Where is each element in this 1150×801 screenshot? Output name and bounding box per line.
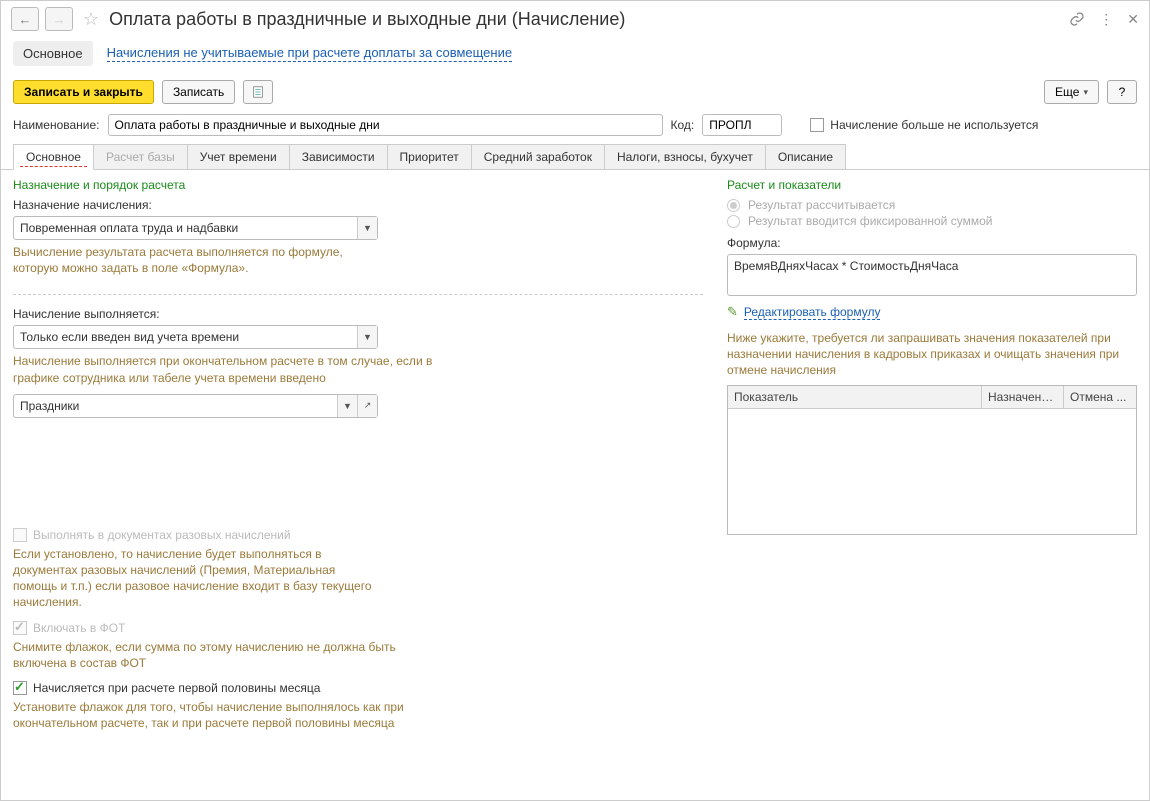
- sub-nav: Основное Начисления не учитываемые при р…: [1, 41, 1149, 76]
- col-cancel[interactable]: Отмена ...: [1064, 386, 1136, 408]
- radio-calculated: [727, 199, 740, 212]
- help-button[interactable]: ?: [1107, 80, 1137, 104]
- holidays-value: Праздники: [14, 399, 337, 413]
- save-button[interactable]: Записать: [162, 80, 235, 104]
- code-input[interactable]: [702, 114, 782, 136]
- tabs: Основное Расчет базы Учет времени Зависи…: [1, 144, 1149, 170]
- purpose-hint: Вычисление результата расчета выполняетс…: [13, 244, 378, 276]
- when-label: Начисление выполняется:: [13, 307, 703, 321]
- radio-fixed-label: Результат вводится фиксированной суммой: [748, 214, 992, 228]
- when-select[interactable]: Только если введен вид учета времени ▼: [13, 325, 378, 349]
- pencil-icon: ✎: [727, 304, 738, 320]
- right-column: Расчет и показатели Результат рассчитыва…: [727, 178, 1137, 788]
- firsthalf-checkbox[interactable]: [13, 681, 27, 695]
- chevron-down-icon[interactable]: ▼: [357, 217, 377, 239]
- firsthalf-hint: Установите флажок для того, чтобы начисл…: [13, 699, 413, 731]
- fot-checkbox: [13, 621, 27, 635]
- kebab-menu-icon[interactable]: ⋮: [1099, 11, 1113, 28]
- not-used-checkbox[interactable]: [810, 118, 824, 132]
- onetime-checkbox: [13, 528, 27, 542]
- formula-label: Формула:: [727, 236, 1137, 250]
- purpose-value: Повременная оплата труда и надбавки: [14, 221, 357, 235]
- subnav-main[interactable]: Основное: [13, 41, 93, 66]
- subnav-link[interactable]: Начисления не учитываемые при расчете до…: [107, 45, 513, 62]
- chevron-down-icon[interactable]: ▼: [337, 395, 357, 417]
- onetime-hint: Если установлено, то начисление будет вы…: [13, 546, 378, 611]
- tab-main[interactable]: Основное: [13, 144, 94, 170]
- table-hint: Ниже укажите, требуется ли запрашивать з…: [727, 330, 1137, 379]
- tab-base[interactable]: Расчет базы: [93, 144, 188, 169]
- open-icon[interactable]: ↗: [357, 395, 377, 417]
- fot-label: Включать в ФОТ: [33, 621, 125, 635]
- link-icon[interactable]: [1069, 11, 1085, 27]
- table-header: Показатель Назначени... Отмена ...: [728, 386, 1136, 409]
- titlebar: ← → ☆ Оплата работы в праздничные и выхо…: [1, 1, 1149, 41]
- radio-calculated-label: Результат рассчитывается: [748, 198, 895, 212]
- when-value: Только если введен вид учета времени: [14, 330, 357, 344]
- tab-taxes[interactable]: Налоги, взносы, бухучет: [604, 144, 766, 169]
- separator: [13, 294, 703, 295]
- col-assign[interactable]: Назначени...: [982, 386, 1064, 408]
- right-section-title: Расчет и показатели: [727, 178, 1137, 192]
- holidays-select[interactable]: Праздники ▼ ↗: [13, 394, 378, 418]
- table-body: [728, 409, 1136, 534]
- save-close-button[interactable]: Записать и закрыть: [13, 80, 154, 104]
- fot-hint: Снимите флажок, если сумма по этому начи…: [13, 639, 433, 671]
- chevron-down-icon[interactable]: ▼: [357, 326, 377, 348]
- formula-box[interactable]: ВремяВДняхЧасах * СтоимостьДняЧаса: [727, 254, 1137, 296]
- purpose-select[interactable]: Повременная оплата труда и надбавки ▼: [13, 216, 378, 240]
- left-column: Назначение и порядок расчета Назначение …: [13, 178, 703, 788]
- tab-content: Назначение и порядок расчета Назначение …: [1, 170, 1149, 800]
- tab-avg[interactable]: Средний заработок: [471, 144, 605, 169]
- tab-deps[interactable]: Зависимости: [289, 144, 388, 169]
- tab-time[interactable]: Учет времени: [187, 144, 290, 169]
- when-hint: Начисление выполняется при окончательном…: [13, 353, 433, 385]
- edit-formula-link[interactable]: Редактировать формулу: [744, 305, 881, 320]
- more-button[interactable]: Еще: [1044, 80, 1099, 104]
- favorite-star-icon[interactable]: ☆: [83, 9, 99, 30]
- code-label: Код:: [671, 118, 695, 132]
- toolbar: Записать и закрыть Записать Еще ?: [1, 76, 1149, 114]
- col-indicator[interactable]: Показатель: [728, 386, 982, 408]
- window: ← → ☆ Оплата работы в праздничные и выхо…: [0, 0, 1150, 801]
- name-input[interactable]: [108, 114, 663, 136]
- not-used-label: Начисление больше не используется: [830, 118, 1038, 132]
- name-label: Наименование:: [13, 118, 100, 132]
- nav-back-button[interactable]: ←: [11, 7, 39, 31]
- nav-forward-button[interactable]: →: [45, 7, 73, 31]
- close-icon[interactable]: ✕: [1127, 11, 1139, 28]
- indicators-table[interactable]: Показатель Назначени... Отмена ...: [727, 385, 1137, 535]
- left-section-title: Назначение и порядок расчета: [13, 178, 703, 192]
- page-title: Оплата работы в праздничные и выходные д…: [109, 9, 1063, 30]
- purpose-label: Назначение начисления:: [13, 198, 703, 212]
- tab-priority[interactable]: Приоритет: [387, 144, 472, 169]
- report-button[interactable]: [243, 80, 273, 104]
- firsthalf-label: Начисляется при расчете первой половины …: [33, 681, 320, 695]
- radio-fixed: [727, 215, 740, 228]
- tab-desc[interactable]: Описание: [765, 144, 846, 169]
- name-code-row: Наименование: Код: Начисление больше не …: [1, 114, 1149, 144]
- document-icon: [251, 85, 265, 99]
- onetime-label: Выполнять в документах разовых начислени…: [33, 528, 291, 542]
